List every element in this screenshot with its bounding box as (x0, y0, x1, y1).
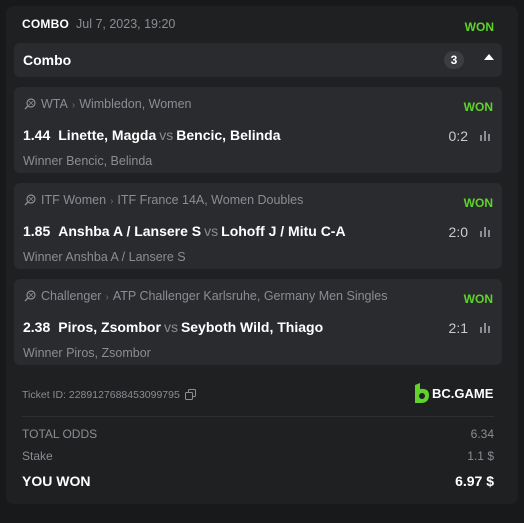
home-player: Piros, Zsombor (58, 319, 161, 335)
bet-date: Jul 7, 2023, 19:20 (76, 17, 176, 31)
bet-category: ITF Women (41, 193, 107, 207)
you-won-label: YOU WON (22, 473, 91, 489)
stats-icon[interactable] (479, 131, 491, 141)
tennis-icon (24, 194, 36, 206)
bet-league: WTA › Wimbledon, Women (24, 97, 192, 111)
away-player: Seyboth Wild, Thiago (180, 319, 324, 335)
bet-league: Challenger › ATP Challenger Karlsruhe, Ger… (24, 289, 387, 303)
vs-label: vs (204, 223, 219, 239)
divider (22, 416, 494, 417)
bet-tournament: ATP Challenger Karlsruhe, Germany Men Si… (112, 289, 388, 303)
bet-category: WTA (41, 97, 68, 111)
chevron-right-icon: › (71, 100, 76, 111)
bet-odds: 1.85 (23, 223, 51, 239)
bet-pick: Winner Bencic, Belinda (23, 154, 153, 168)
ticket-id-label: Ticket ID: 2289127688453099795 (22, 389, 180, 401)
you-won-value: 6.97 $ (455, 473, 494, 489)
bet-selection: WTA › Wimbledon, Women WON 1.44 Linette, Ma… (14, 87, 502, 173)
bet-odds: 2.38 (23, 319, 51, 335)
away-player: Bencic, Belinda (176, 127, 281, 143)
tennis-icon (24, 290, 36, 302)
vs-label: vs (159, 127, 174, 143)
tennis-icon (24, 98, 36, 110)
stake-label: Stake (22, 449, 53, 463)
brand-name: BC.GAME (432, 385, 494, 401)
ticket-id: Ticket ID: 2289127688453099795 (22, 389, 196, 401)
copy-icon[interactable] (184, 389, 196, 400)
away-player: Lohoff J / Mitu C-A (221, 223, 346, 239)
total-odds-value: 6.34 (470, 427, 494, 441)
home-player: Linette, Magda (58, 127, 157, 143)
combo-title: Combo (23, 52, 72, 68)
bet-status-badge: WON (463, 196, 493, 210)
bet-slip-card: COMBO Jul 7, 2023, 19:20 WON Combo 3 WTA… (6, 6, 518, 504)
brand-logo: BC.GAME (414, 383, 493, 405)
bet-status-badge: WON (463, 100, 493, 114)
slip-header: COMBO Jul 7, 2023, 19:20 WON (6, 6, 518, 44)
bet-odds: 1.44 (23, 127, 51, 143)
bet-category: Challenger (41, 289, 102, 303)
match-score: 0:2 (448, 128, 468, 144)
chevron-right-icon: › (105, 292, 109, 303)
bet-selection: ITF Women › ITF France 14A, Women Doubles … (14, 183, 502, 269)
stake-value: 1.1 $ (467, 449, 494, 463)
bet-selection: Challenger › ATP Challenger Karlsruhe, Ger… (14, 279, 502, 365)
chevron-up-icon[interactable] (484, 54, 494, 60)
bet-league: ITF Women › ITF France 14A, Women Doubles (24, 193, 303, 207)
home-player: Anshba A / Lansere S (58, 223, 202, 239)
bet-pick: Winner Piros, Zsombor (23, 346, 151, 360)
bet-match: 2.38 Piros, Zsombor vs Seyboth Wild, Thiago (23, 319, 323, 335)
match-score: 2:1 (448, 320, 468, 336)
match-score: 2:0 (448, 224, 468, 240)
slip-status-badge: WON (464, 20, 494, 34)
bet-tournament: Wimbledon, Women (79, 97, 192, 111)
bet-type-label: COMBO (22, 17, 69, 31)
bet-status-badge: WON (463, 292, 493, 306)
selection-count-badge: 3 (444, 51, 464, 69)
combo-toggle[interactable]: Combo 3 (14, 43, 502, 77)
stats-icon[interactable] (479, 323, 491, 333)
chevron-right-icon: › (110, 196, 114, 207)
bet-match: 1.85 Anshba A / Lansere Svs Lohoff J / Mit… (23, 223, 346, 239)
stats-icon[interactable] (479, 227, 491, 237)
vs-label: vs (163, 319, 178, 335)
bet-pick: Winner Anshba A / Lansere S (23, 250, 186, 264)
total-odds-label: TOTAL ODDS (22, 427, 98, 441)
bc-logo-icon (415, 383, 429, 403)
bet-tournament: ITF France 14A, Women Doubles (117, 193, 304, 207)
bet-match: 1.44 Linette, Magda vs Bencic, Belinda (23, 127, 281, 143)
